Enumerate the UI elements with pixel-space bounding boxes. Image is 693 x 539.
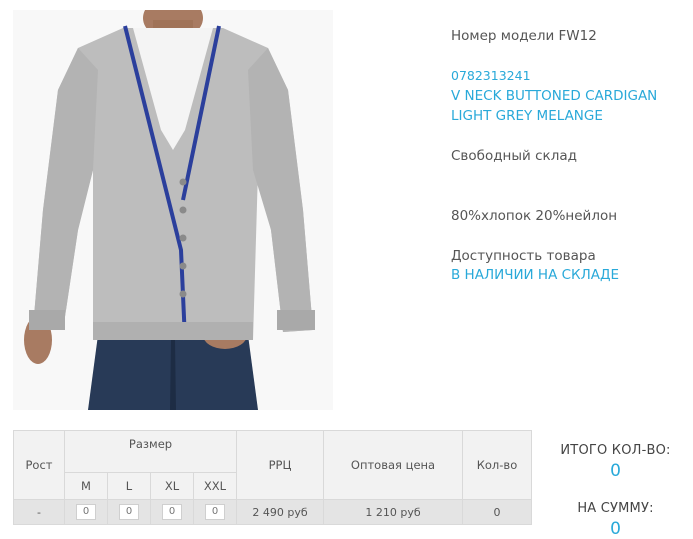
availability-value: В НАЛИЧИИ НА СКЛАДЕ — [451, 267, 620, 283]
row-wholesale: 1 210 руб — [323, 499, 463, 525]
size-header-xxl: XXL — [193, 472, 237, 500]
size-header-l: L — [107, 472, 151, 500]
qty-input-xl[interactable]: 0 — [162, 504, 182, 520]
qty-cell-xl: 0 — [150, 499, 194, 525]
qty-input-l[interactable]: 0 — [119, 504, 139, 520]
product-name-line2: LIGHT GREY MELANGE — [451, 108, 603, 124]
col-rrp-header: РРЦ — [236, 430, 324, 500]
total-sum-label: НА СУММУ: — [577, 501, 654, 516]
availability-label: Доступность товара — [451, 248, 596, 264]
model-number: Номер модели FW12 — [451, 28, 597, 44]
size-header-xl: XL — [150, 472, 194, 500]
total-qty-label: ИТОГО КОЛ-ВО: — [560, 443, 671, 458]
table-row: - 0 0 0 0 2 490 руб 1 210 руб 0 — [13, 499, 532, 525]
col-wholesale-header: Оптовая цена — [323, 430, 463, 500]
col-qty-header: Кол-во — [462, 430, 532, 500]
stock-type: Свободный склад — [451, 148, 577, 164]
col-height-header: Рост — [13, 430, 65, 500]
product-sku: 0782313241 — [451, 68, 531, 83]
product-photo-cardigan-icon — [13, 10, 333, 410]
total-qty-value: 0 — [610, 461, 621, 481]
product-photo — [13, 10, 333, 410]
col-size-header: Размер — [64, 430, 237, 473]
composition: 80%хлопок 20%нейлон — [451, 208, 618, 224]
order-table: Рост Размер РРЦ Оптовая цена Кол-во M L … — [13, 430, 532, 525]
row-qty: 0 — [462, 499, 532, 525]
qty-cell-xxl: 0 — [193, 499, 237, 525]
qty-input-m[interactable]: 0 — [76, 504, 96, 520]
qty-input-xxl[interactable]: 0 — [205, 504, 225, 520]
qty-cell-l: 0 — [107, 499, 151, 525]
size-header-m: M — [64, 472, 108, 500]
qty-cell-m: 0 — [64, 499, 108, 525]
row-height: - — [13, 499, 65, 525]
product-name-line1: V NECK BUTTONED CARDIGAN — [451, 88, 658, 104]
total-sum-value: 0 — [610, 519, 621, 539]
row-rrp: 2 490 руб — [236, 499, 324, 525]
